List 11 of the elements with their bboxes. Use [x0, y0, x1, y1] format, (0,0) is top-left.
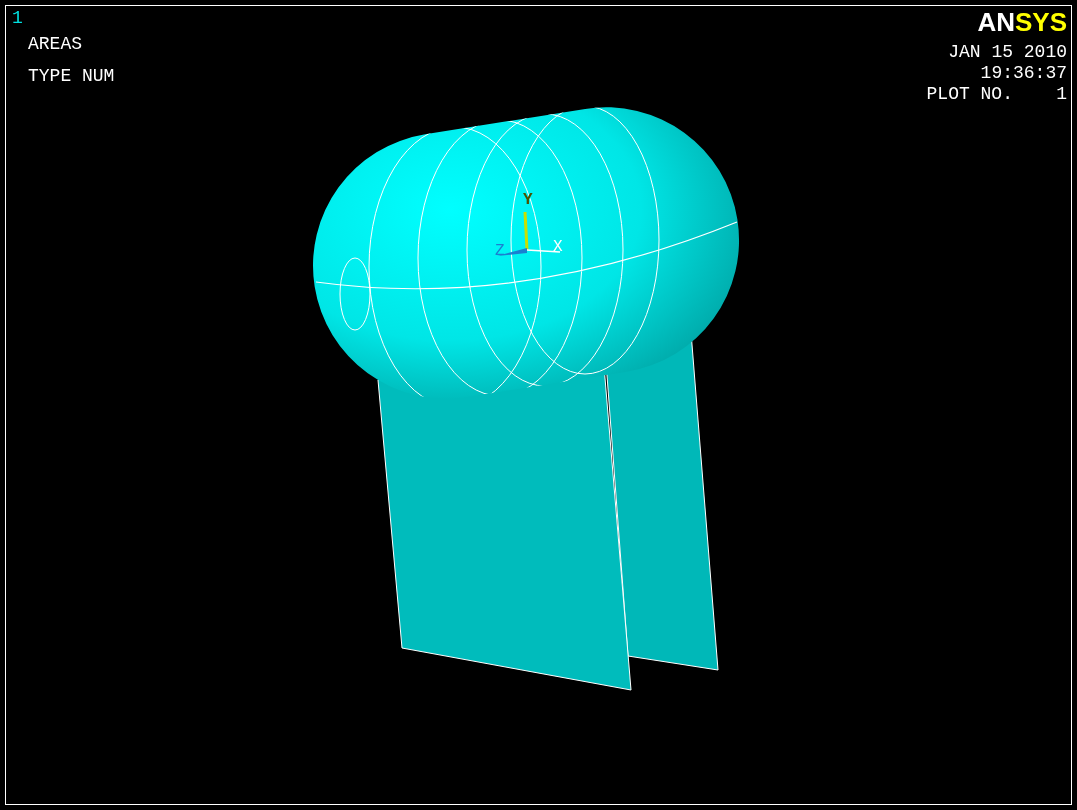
- plot-entity-label: AREAS: [28, 33, 83, 56]
- plot-number: PLOT NO. 1: [926, 84, 1067, 105]
- axis-label: Z: [495, 243, 505, 259]
- window-number: 1: [12, 8, 24, 28]
- axis-label: X: [553, 239, 563, 255]
- plot-date: JAN 15 2010: [948, 42, 1067, 63]
- logo: ANSYS: [977, 8, 1067, 36]
- label-type-text: TYPE NUM: [28, 65, 115, 88]
- axis-label: Y: [523, 192, 533, 208]
- plot-time: 19:36:37: [980, 63, 1067, 84]
- axis-triad-icon: [497, 211, 561, 256]
